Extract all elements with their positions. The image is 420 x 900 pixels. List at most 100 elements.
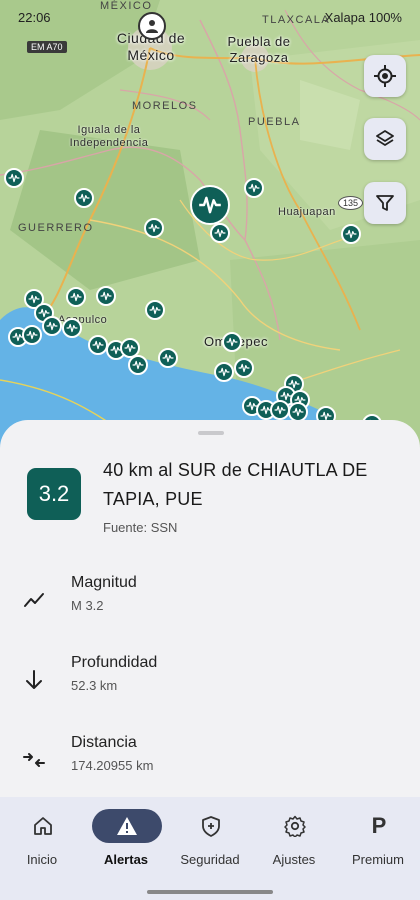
event-title: 40 km al SUR de CHIAUTLA DE TAPIA, PUE — [103, 460, 368, 509]
seismograph-icon — [28, 294, 40, 304]
nav-pill — [8, 809, 78, 843]
detail-label: Distancia — [71, 734, 137, 751]
warning-icon — [117, 817, 137, 835]
quake-marker[interactable] — [96, 286, 116, 306]
nav-item-premium[interactable]: P Premium — [336, 809, 420, 879]
filter-icon — [376, 195, 394, 211]
quake-marker[interactable] — [234, 358, 254, 378]
quake-marker[interactable] — [214, 362, 234, 382]
map-label-city-puebla: Puebla de Zaragoza — [227, 34, 291, 65]
seismograph-icon — [46, 321, 58, 331]
quake-marker[interactable] — [4, 168, 24, 188]
quake-marker[interactable] — [74, 188, 94, 208]
status-bar: 22:06 Xalapa 100% — [18, 10, 402, 28]
quake-marker[interactable] — [22, 325, 42, 345]
detail-label: Profundidad — [71, 654, 158, 671]
nav-item-alertas[interactable]: Alertas — [84, 809, 168, 879]
drag-handle[interactable] — [198, 431, 224, 435]
detail-value: 174.20955 km — [71, 758, 154, 773]
detail-row-distance: Distancia 174.20955 km — [0, 730, 420, 790]
map-label-town-huajuapan: Huajuapan — [278, 206, 336, 218]
quake-marker-selected[interactable] — [190, 185, 230, 225]
my-location-button[interactable] — [364, 55, 406, 97]
seismograph-icon — [162, 353, 174, 363]
nav-pill: P — [344, 809, 414, 843]
quake-marker[interactable] — [42, 316, 62, 336]
nav-pill — [176, 809, 246, 843]
seismograph-icon — [26, 330, 38, 340]
seismograph-icon — [8, 173, 20, 183]
detail-value: M 3.2 — [71, 598, 104, 613]
seismograph-icon — [248, 183, 260, 193]
seismograph-icon — [124, 343, 136, 353]
seismograph-icon — [70, 292, 82, 302]
map-label-state-tlaxcala: TLAXCALA — [262, 14, 331, 26]
seismograph-icon — [199, 196, 221, 214]
nav-pill-active — [92, 809, 162, 843]
map-label-town-iguala: Iguala de la Independencia — [69, 124, 149, 149]
quake-marker[interactable] — [145, 300, 165, 320]
quake-marker[interactable] — [128, 355, 148, 375]
detail-value: 52.3 km — [71, 678, 118, 693]
compress-icon — [23, 753, 45, 767]
seismograph-icon — [149, 305, 161, 315]
status-right: Xalapa 100% — [324, 10, 402, 25]
seismograph-icon — [66, 323, 78, 333]
nav-item-inicio[interactable]: Inicio — [0, 809, 84, 879]
seismograph-icon — [92, 340, 104, 350]
map-label-state-morelos: MORELOS — [132, 100, 198, 112]
nav-label: Inicio — [26, 852, 58, 867]
magnitude-badge: 3.2 — [27, 468, 81, 520]
seismograph-icon — [238, 363, 250, 373]
seismograph-icon — [226, 337, 238, 347]
map-label-state-mexico: MÉXICO — [100, 0, 153, 12]
quake-marker[interactable] — [66, 287, 86, 307]
nav-label: Premium — [351, 852, 404, 867]
shield-icon — [202, 816, 220, 837]
nav-item-ajustes[interactable]: Ajustes — [252, 809, 336, 879]
detail-row-magnitude: Magnitud M 3.2 — [0, 570, 420, 630]
seismograph-icon — [100, 291, 112, 301]
quake-marker[interactable] — [210, 223, 230, 243]
seismograph-icon — [132, 360, 144, 370]
quake-marker[interactable] — [341, 224, 361, 244]
seismograph-icon — [148, 223, 160, 233]
seismograph-icon — [292, 407, 304, 417]
gear-icon — [284, 815, 306, 837]
event-detail-sheet: 3.2 40 km al SUR de CHIAUTLA DE TAPIA, P… — [0, 420, 420, 800]
map-view[interactable]: 22:06 Xalapa 100% MÉXICO TLAXCALA Ciudad… — [0, 0, 420, 460]
detail-label: Magnitud — [71, 574, 137, 591]
quake-marker[interactable] — [222, 332, 242, 352]
nav-pill — [260, 809, 330, 843]
seismograph-icon — [218, 367, 230, 377]
nav-item-seguridad[interactable]: Seguridad — [168, 809, 252, 879]
map-label-state-guerrero: GUERRERO — [18, 222, 94, 234]
person-icon — [146, 20, 158, 33]
road-sign: EM A70 — [27, 41, 67, 53]
arrow-down-icon — [26, 670, 42, 689]
nav-label: Alertas — [103, 852, 149, 867]
event-source: Fuente: SSN — [103, 520, 178, 535]
system-home-indicator[interactable] — [147, 890, 273, 894]
seismograph-icon — [345, 229, 357, 239]
quake-marker[interactable] — [88, 335, 108, 355]
quake-marker[interactable] — [244, 178, 264, 198]
route-badge: 135 — [338, 196, 364, 210]
quake-marker[interactable] — [158, 348, 178, 368]
trend-icon — [24, 593, 44, 607]
seismograph-icon — [274, 405, 286, 415]
quake-marker[interactable] — [270, 400, 290, 420]
crosshair-icon — [374, 65, 396, 87]
quake-marker[interactable] — [62, 318, 82, 338]
user-location-pin[interactable] — [138, 12, 166, 40]
nav-label: Seguridad — [180, 852, 240, 867]
quake-marker[interactable] — [144, 218, 164, 238]
detail-row-depth: Profundidad 52.3 km — [0, 650, 420, 710]
home-icon — [34, 817, 52, 835]
layers-button[interactable] — [364, 118, 406, 160]
bottom-navigation: Inicio Alertas Seguridad Ajustes P Premi… — [0, 797, 420, 900]
status-time: 22:06 — [18, 10, 51, 25]
filter-button[interactable] — [364, 182, 406, 224]
quake-marker[interactable] — [288, 402, 308, 422]
seismograph-icon — [78, 193, 90, 203]
